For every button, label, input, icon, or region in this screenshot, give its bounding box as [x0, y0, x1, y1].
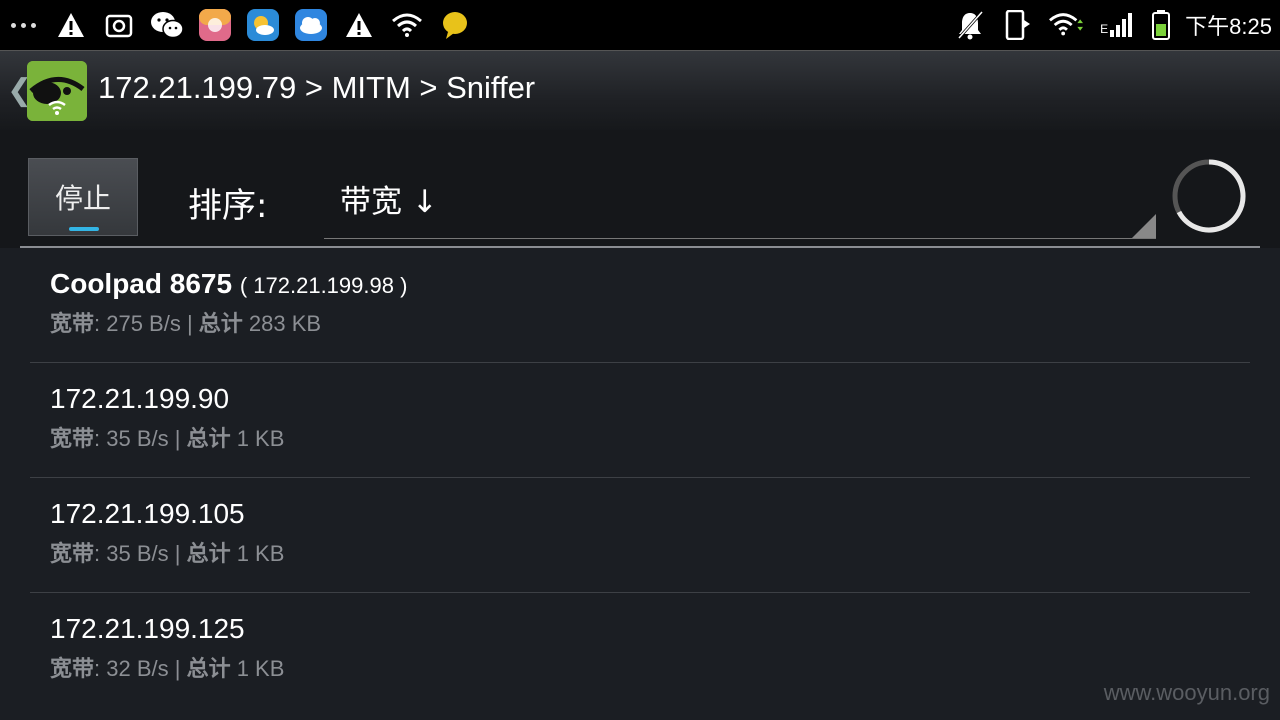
overflow-dots-icon: [6, 8, 40, 42]
status-time: 下午8:25: [1185, 14, 1272, 39]
total-value: 283 KB: [242, 311, 322, 336]
total-value: 1 KB: [230, 426, 285, 451]
page-title: 172.21.199.79 > MITM > Sniffer: [98, 70, 536, 105]
status-bar-right: E 下午8:25: [953, 0, 1272, 50]
bandwidth-label: 宽带: [50, 312, 95, 337]
total-label: 总计: [186, 542, 231, 567]
sort-dropdown[interactable]: 带宽 ↓: [324, 166, 1156, 239]
host-name: 172.21.199.105: [50, 498, 245, 529]
total-label: 总计: [198, 312, 243, 337]
sniffer-toolbar: 停止 排序: 带宽 ↓: [0, 130, 1280, 248]
app-icon: [198, 8, 232, 42]
host-list: Coolpad 8675 ( 172.21.199.98 ) 宽带: 275 B…: [0, 248, 1280, 708]
warning-icon: [54, 8, 88, 42]
host-title: 172.21.199.125: [50, 613, 245, 645]
status-bar: E 下午8:25: [0, 0, 1280, 50]
bandwidth-value: : 35 B/s |: [94, 426, 187, 451]
wifi-icon: [1049, 8, 1084, 42]
host-name: 172.21.199.125: [50, 613, 245, 644]
phone-icon: [1001, 8, 1035, 42]
action-bar: ❮ 172.21.199.79 > MITM > Sniffer: [0, 50, 1280, 131]
signal-icon: E: [1097, 8, 1137, 42]
chat-bubble-icon: [438, 8, 472, 42]
watermark: www.wooyun.org: [1103, 680, 1270, 705]
notifications-off-icon: [953, 8, 987, 42]
list-item[interactable]: 172.21.199.125 宽带: 32 B/s | 总计 1 KB: [0, 593, 1280, 708]
host-stats: 宽带: 35 B/s | 总计 1 KB: [50, 536, 284, 568]
host-title: Coolpad 8675 ( 172.21.199.98 ): [50, 268, 407, 300]
total-label: 总计: [186, 427, 231, 452]
sort-dropdown-value: 带宽 ↓: [340, 184, 438, 220]
bandwidth-value: : 32 B/s |: [94, 656, 187, 681]
wechat-icon: [150, 8, 184, 42]
host-stats: 宽带: 32 B/s | 总计 1 KB: [50, 651, 284, 683]
host-ip: ( 172.21.199.98 ): [239, 273, 408, 298]
host-title: 172.21.199.105: [50, 498, 245, 530]
bandwidth-value: : 275 B/s |: [94, 311, 199, 336]
total-value: 1 KB: [230, 541, 285, 566]
stop-button[interactable]: 停止: [28, 158, 138, 236]
cloud-icon: [294, 8, 328, 42]
app-logo-icon[interactable]: [27, 61, 87, 121]
total-label: 总计: [186, 657, 231, 682]
host-stats: 宽带: 35 B/s | 总计 1 KB: [50, 421, 284, 453]
bandwidth-label: 宽带: [50, 427, 95, 452]
sort-label: 排序:: [188, 186, 268, 226]
stop-button-indicator: [69, 227, 99, 231]
list-item[interactable]: 172.21.199.105 宽带: 35 B/s | 总计 1 KB: [0, 478, 1280, 593]
bandwidth-value: : 35 B/s |: [94, 541, 187, 566]
list-item[interactable]: 172.21.199.90 宽带: 35 B/s | 总计 1 KB: [0, 363, 1280, 478]
host-stats: 宽带: 275 B/s | 总计 283 KB: [50, 306, 321, 338]
loading-spinner-icon: [1172, 159, 1246, 233]
host-name: 172.21.199.90: [50, 383, 230, 414]
weather-icon: [246, 8, 280, 42]
network-type-label: E: [1100, 22, 1109, 36]
list-item[interactable]: Coolpad 8675 ( 172.21.199.98 ) 宽带: 275 B…: [0, 248, 1280, 363]
warning-icon: [342, 8, 376, 42]
dropdown-arrow-icon: [1132, 214, 1156, 238]
host-name: Coolpad 8675: [50, 268, 233, 299]
total-value: 1 KB: [230, 656, 285, 681]
status-bar-left: [6, 0, 472, 50]
bandwidth-label: 宽带: [50, 657, 95, 682]
battery-icon: [1151, 8, 1171, 42]
bandwidth-label: 宽带: [50, 542, 95, 567]
host-title: 172.21.199.90: [50, 383, 229, 415]
wifi-icon: [390, 8, 424, 42]
screenshot-icon: [102, 8, 136, 42]
stop-button-label: 停止: [54, 182, 111, 215]
